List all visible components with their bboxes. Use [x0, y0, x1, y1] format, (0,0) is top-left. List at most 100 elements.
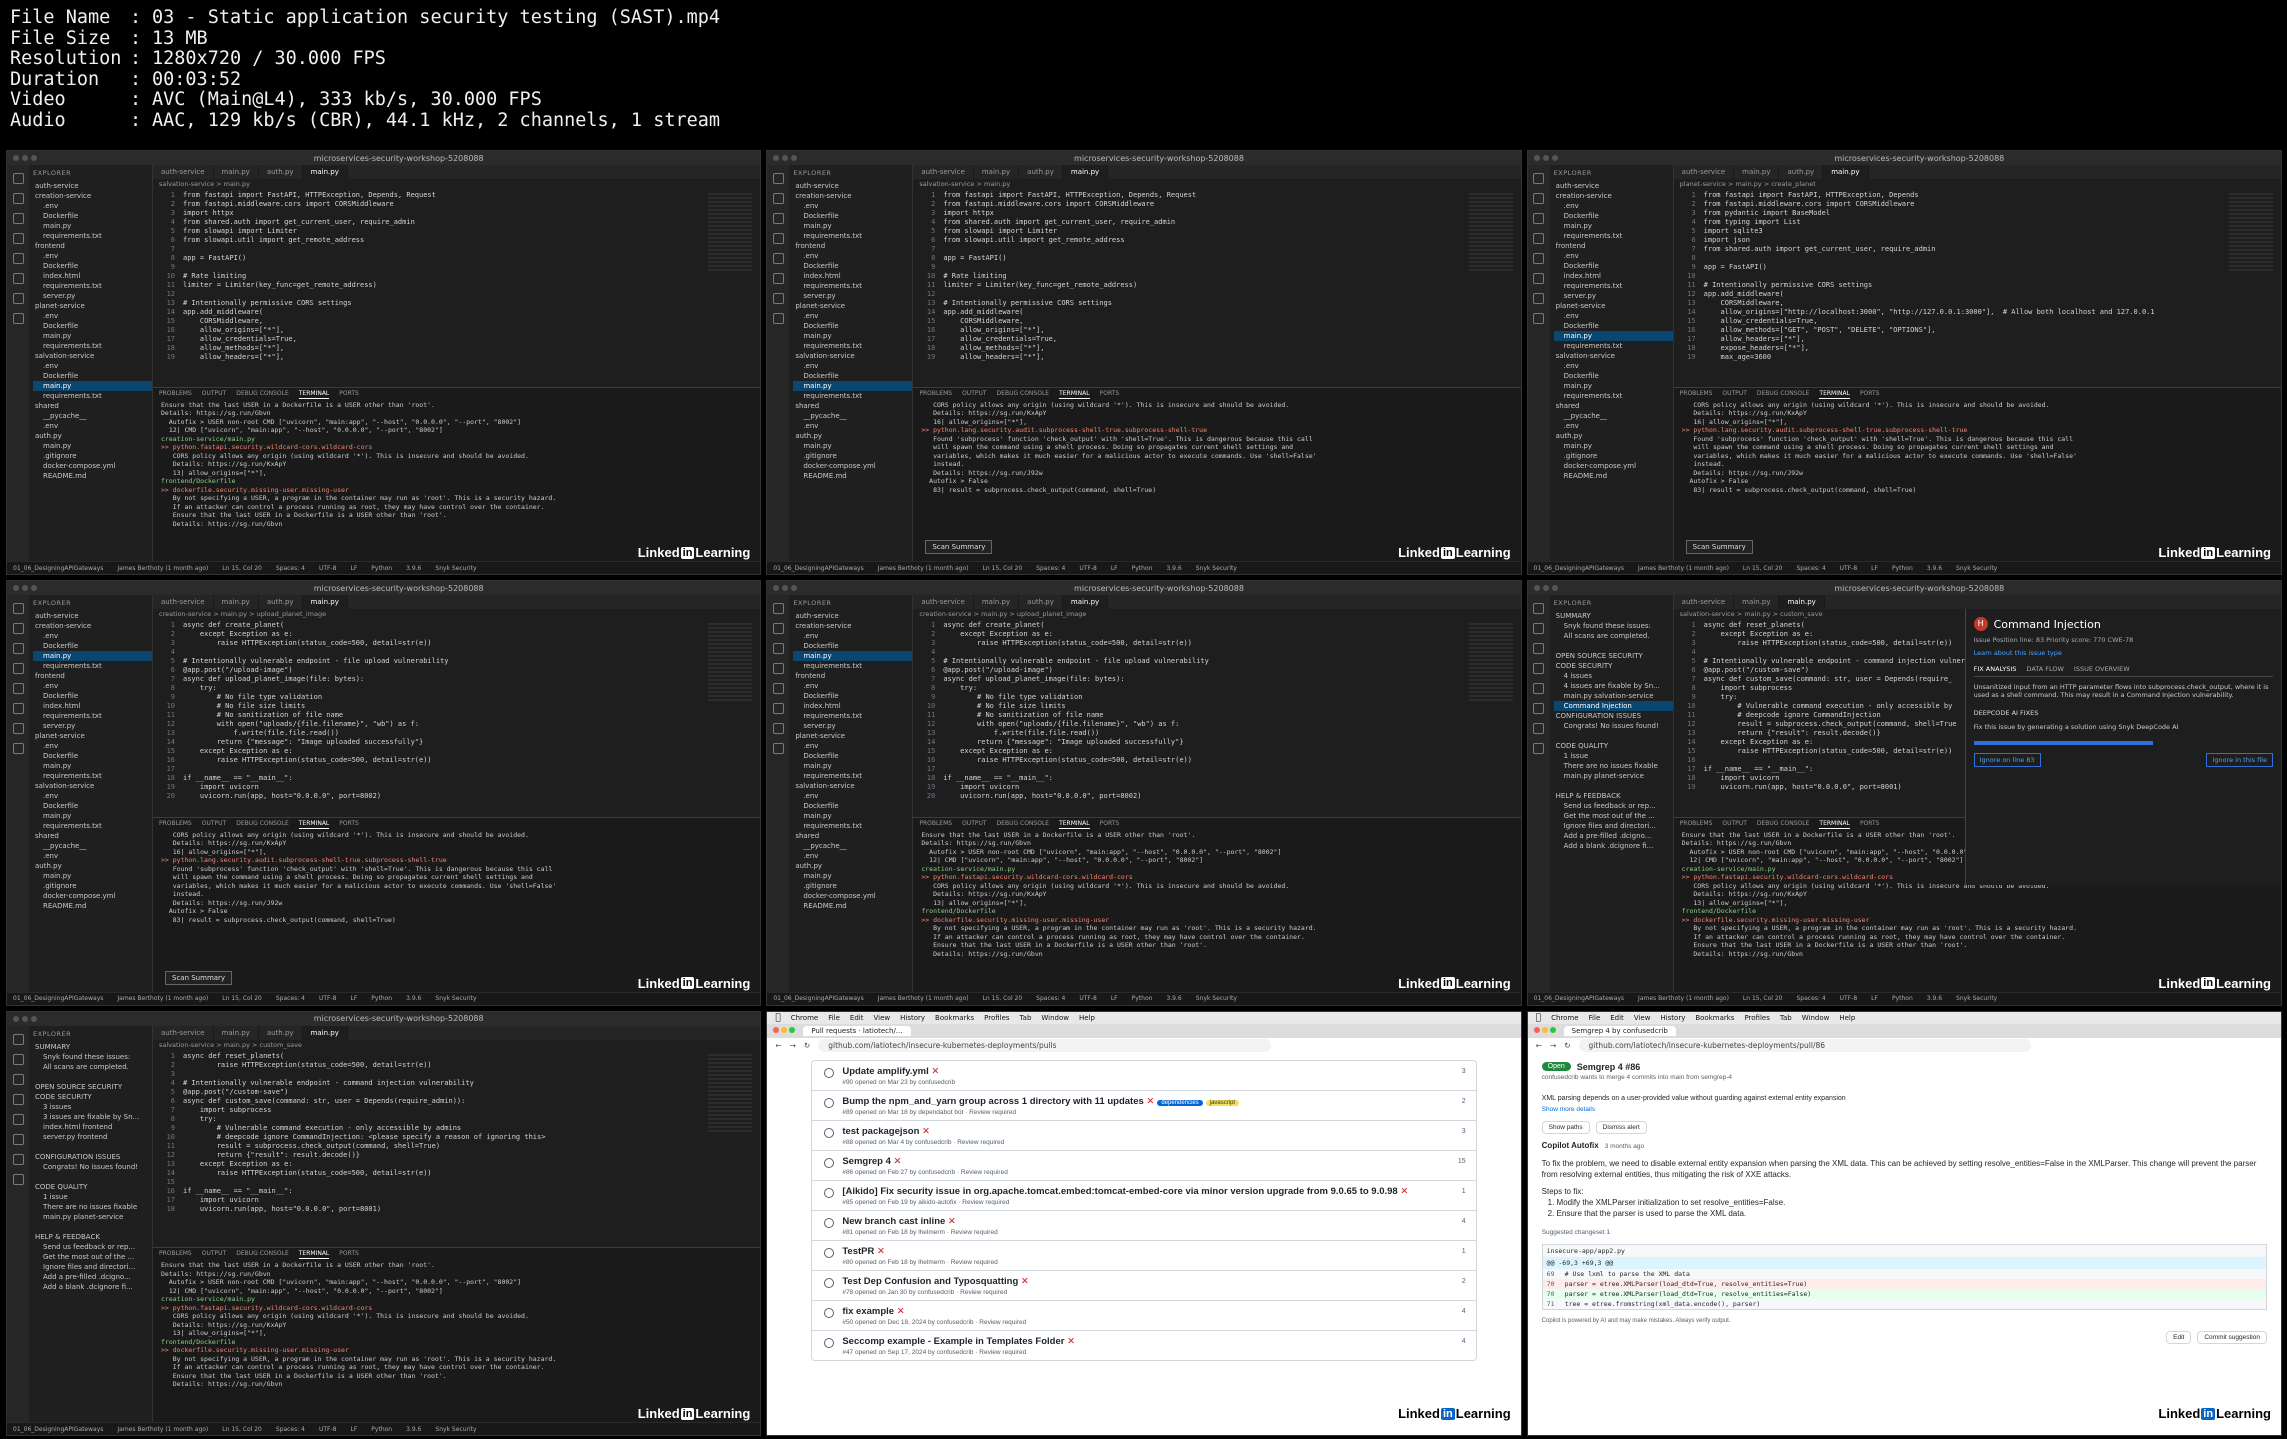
pr-row[interactable]: TestPR ✕ #80 opened on Feb 18 by lhelmerm…	[812, 1241, 1476, 1271]
sidebar-item[interactable]: salvation-service	[33, 781, 152, 791]
panel-tab[interactable]: DEBUG CONSOLE	[236, 1248, 289, 1259]
window-controls[interactable]	[13, 155, 37, 161]
pr-row[interactable]: Bump the npm_and_yarn group across 1 dir…	[812, 1091, 1476, 1121]
status-item[interactable]: James Berthoty (1 month ago)	[878, 565, 969, 572]
sidebar-item[interactable]: Dockerfile	[793, 211, 912, 221]
snyk-icon[interactable]	[12, 1133, 24, 1145]
comment-count[interactable]: 3	[1462, 1068, 1466, 1075]
status-item[interactable]: Ln 15, Col 20	[983, 565, 1023, 572]
editor-tab[interactable]: main.py	[214, 595, 259, 610]
editor-tab[interactable]: main.py	[302, 595, 348, 610]
pr-title-text[interactable]: Seccomp example - Example in Templates F…	[842, 1336, 1064, 1347]
panel-tab[interactable]: OUTPUT	[202, 818, 226, 829]
menu-item[interactable]: File	[828, 1012, 840, 1024]
sidebar-item[interactable]: Snyk found these issues:	[33, 1052, 152, 1062]
sidebar-item[interactable]: .env	[1554, 201, 1673, 211]
gear-icon[interactable]	[772, 743, 784, 755]
status-item[interactable]: Snyk Security	[1196, 995, 1237, 1002]
menu-item[interactable]: Help	[1079, 1012, 1095, 1024]
sidebar-item[interactable]: HELP & FEEDBACK	[1554, 791, 1673, 801]
editor-tab[interactable]: auth-service	[153, 595, 214, 610]
minimap[interactable]	[1468, 193, 1513, 273]
extensions-icon[interactable]	[12, 1113, 24, 1125]
sidebar-item[interactable]: Get the most out of the ...	[33, 1252, 152, 1262]
search-icon[interactable]	[12, 623, 24, 635]
account-icon[interactable]	[772, 723, 784, 735]
sidebar-item[interactable]: server.py frontend	[33, 1132, 152, 1142]
sidebar-item[interactable]: docker-compose.yml	[793, 461, 912, 471]
sidebar-item[interactable]: index.html	[33, 701, 152, 711]
sidebar-item[interactable]: .env	[1554, 361, 1673, 371]
snyk-icon[interactable]	[12, 703, 24, 715]
sidebar-item[interactable]: auth-service	[1554, 181, 1673, 191]
sidebar-item[interactable]: salvation-service	[793, 351, 912, 361]
sidebar-item[interactable]: shared	[33, 401, 152, 411]
status-item[interactable]: Python	[1132, 995, 1153, 1002]
account-icon[interactable]	[12, 1153, 24, 1165]
sidebar-item[interactable]: 1 issue	[1554, 751, 1673, 761]
sidebar-item[interactable]: .env	[793, 631, 912, 641]
sidebar-item[interactable]: .gitignore	[33, 451, 152, 461]
status-item[interactable]: Spaces: 4	[1036, 995, 1065, 1002]
menu-item[interactable]: Bookmarks	[1695, 1012, 1734, 1024]
code-editor[interactable]: 1 from fastapi import FastAPI, HTTPExcept…	[153, 189, 760, 387]
window-controls[interactable]	[1533, 1026, 1558, 1035]
sidebar-item[interactable]: server.py	[33, 291, 152, 301]
panel-tab[interactable]: OUTPUT	[962, 388, 986, 399]
status-item[interactable]: Snyk Security	[1956, 565, 1997, 572]
status-item[interactable]: LF	[1111, 565, 1118, 572]
sidebar-item[interactable]: .env	[793, 851, 912, 861]
extensions-icon[interactable]	[772, 253, 784, 264]
sidebar-item[interactable]: SUMMARY	[33, 1042, 152, 1052]
extensions-icon[interactable]	[1533, 683, 1545, 695]
sidebar-item[interactable]: frontend	[793, 671, 912, 681]
window-controls[interactable]	[773, 1026, 797, 1035]
terminal-output[interactable]: CORS policy allows any origin (using wil…	[153, 829, 760, 993]
panel-tab[interactable]: OUTPUT	[962, 818, 986, 829]
status-item[interactable]: Spaces: 4	[276, 565, 305, 572]
sidebar-item[interactable]: salvation-service	[793, 781, 912, 791]
status-item[interactable]: James Berthoty (1 month ago)	[1638, 565, 1729, 572]
status-item[interactable]: Ln 15, Col 20	[222, 565, 262, 572]
sidebar-item[interactable]: planet-service	[33, 731, 152, 741]
sidebar-item[interactable]: Add a pre-filled .dcigno...	[1554, 831, 1673, 841]
status-item[interactable]: James Berthoty (1 month ago)	[1638, 995, 1729, 1002]
sidebar-item[interactable]: main.py	[1554, 441, 1673, 451]
sidebar-item[interactable]: creation-service	[793, 191, 912, 201]
sidebar-item[interactable]: OPEN SOURCE SECURITY	[1554, 651, 1673, 661]
editor-tab[interactable]: main.py	[214, 165, 259, 179]
sidebar-item[interactable]: docker-compose.yml	[793, 891, 912, 901]
status-item[interactable]: Ln 15, Col 20	[1743, 995, 1783, 1002]
sidebar-item[interactable]: .env	[1554, 421, 1673, 431]
sidebar-item[interactable]: main.py	[33, 381, 152, 391]
sidebar-item[interactable]: Congrats! No issues found!	[33, 1162, 152, 1172]
sidebar-item[interactable]: planet-service	[793, 301, 912, 311]
menu-item[interactable]: Tab	[1780, 1012, 1792, 1024]
minimap[interactable]	[708, 623, 753, 704]
search-icon[interactable]	[1533, 623, 1545, 635]
sidebar-item[interactable]: __pycache__	[1554, 411, 1673, 421]
files-icon[interactable]	[1533, 603, 1545, 615]
sidebar-item[interactable]: 1 issue	[33, 1192, 152, 1202]
search-icon[interactable]	[772, 623, 784, 635]
pr-title-text[interactable]: Update amplify.yml	[842, 1066, 928, 1077]
sidebar-item[interactable]: All scans are completed.	[33, 1062, 152, 1072]
minimap[interactable]	[1468, 623, 1513, 704]
sidebar-item[interactable]: Dockerfile	[793, 691, 912, 701]
status-item[interactable]: James Berthoty (1 month ago)	[117, 1426, 208, 1433]
sidebar-item[interactable]: requirements.txt	[793, 341, 912, 351]
sidebar-item[interactable]: Dockerfile	[793, 371, 912, 381]
sidebar-item[interactable]: shared	[33, 831, 152, 841]
sidebar-item[interactable]: requirements.txt	[33, 661, 152, 671]
sidebar-item[interactable]: main.py planet-service	[33, 1212, 152, 1222]
sidebar-item[interactable]: main.py	[793, 871, 912, 881]
status-item[interactable]: 3.9.6	[1927, 565, 1942, 572]
sidebar-item[interactable]: Dockerfile	[793, 321, 912, 331]
reload-icon[interactable]: ↻	[1564, 1041, 1570, 1050]
sidebar-item[interactable]: 3 issues are fixable by Sn...	[33, 1112, 152, 1122]
sidebar-item[interactable]: .env	[793, 421, 912, 431]
sidebar-item[interactable]: main.py	[33, 441, 152, 451]
sidebar-item[interactable]: Dockerfile	[33, 371, 152, 381]
comment-count[interactable]: 3	[1462, 1128, 1466, 1135]
status-item[interactable]: Spaces: 4	[1797, 995, 1826, 1002]
